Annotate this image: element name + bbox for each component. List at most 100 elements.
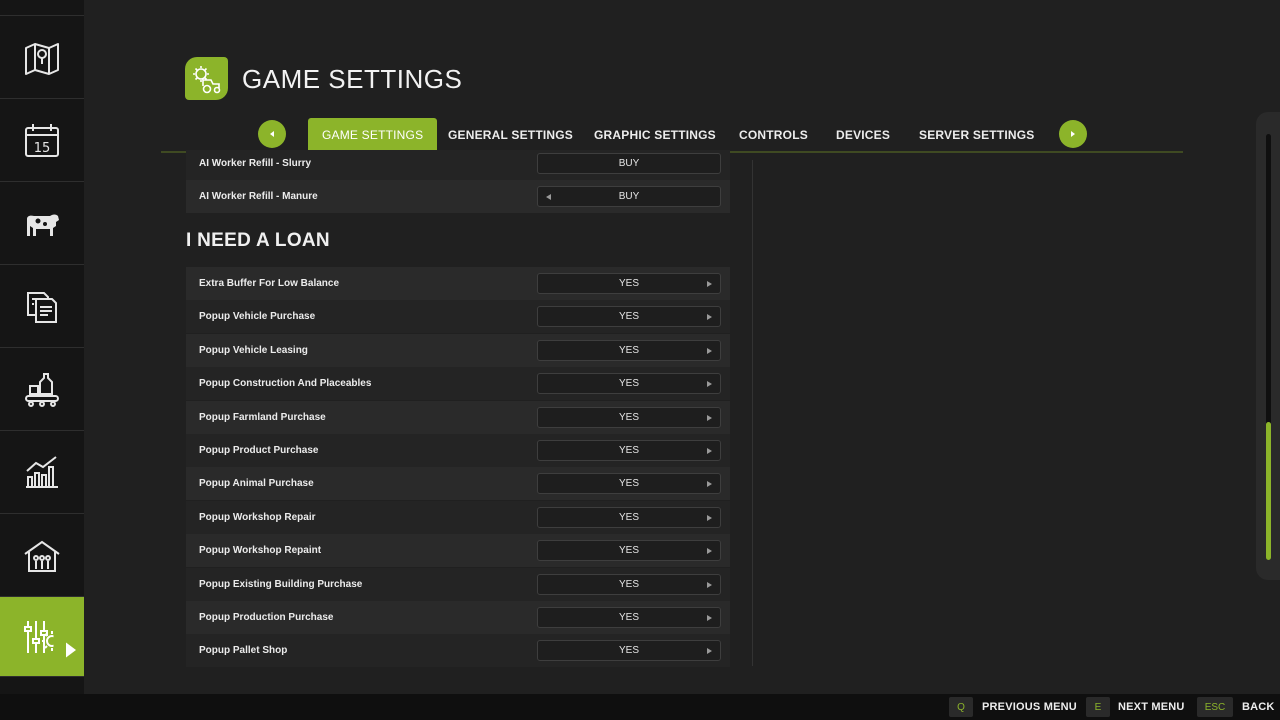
setting-value: BUY — [618, 158, 640, 169]
production-icon — [25, 372, 59, 407]
key-esc[interactable]: ESC — [1197, 697, 1233, 717]
arrow-right-icon[interactable] — [707, 448, 712, 454]
sidebar-item-calendar[interactable]: 15 — [0, 100, 84, 182]
setting-option-selector[interactable]: YES — [537, 573, 721, 595]
key-q[interactable]: Q — [949, 697, 973, 717]
setting-label: Popup Existing Building Purchase — [199, 578, 363, 590]
setting-option-selector[interactable]: YES — [537, 506, 721, 528]
arrow-right-icon[interactable] — [707, 514, 712, 521]
setting-label: Extra Buffer For Low Balance — [199, 278, 340, 289]
sidebar-item-settings[interactable] — [0, 597, 89, 677]
arrow-right-icon[interactable] — [707, 581, 712, 588]
setting-value: YES — [618, 378, 639, 390]
settings-row[interactable]: Popup Existing Building Purchase YES — [186, 567, 730, 601]
arrow-right-icon[interactable] — [707, 481, 712, 488]
settings-row-ai-worker-refill-manure[interactable]: AI Worker Refill - Manure BUY — [186, 180, 730, 213]
settings-row[interactable]: Extra Buffer For Low Balance YES — [186, 267, 730, 300]
sidebar-item-statistics[interactable] — [0, 432, 84, 514]
setting-label: Popup Animal Purchase — [199, 478, 314, 490]
arrow-right-icon[interactable] — [707, 314, 712, 321]
sidebar-item-barn[interactable] — [0, 515, 84, 597]
setting-label: Popup Construction And Placeables — [199, 378, 372, 390]
sidebar-item-production[interactable] — [0, 349, 84, 431]
settings-list: AI Worker Refill - Slurry BUY AI Worker … — [186, 150, 730, 668]
previous-menu-button[interactable]: PREVIOUS MENU — [982, 701, 1077, 713]
arrow-right-icon[interactable] — [707, 648, 712, 655]
sidebar-item-contracts[interactable] — [0, 266, 84, 348]
settings-row[interactable]: Popup Vehicle Purchase YES — [186, 300, 730, 334]
contracts-icon — [27, 291, 57, 323]
setting-option-selector[interactable]: YES — [537, 406, 721, 428]
setting-option-selector[interactable]: YES — [537, 640, 721, 662]
tab-devices[interactable]: DEVICES — [822, 118, 904, 151]
setting-option-selector[interactable]: YES — [537, 339, 721, 361]
game-settings-title-icon — [185, 57, 228, 100]
settings-row-partial[interactable]: AI Worker Refill - Slurry BUY — [186, 150, 730, 180]
arrow-left-icon[interactable] — [546, 194, 551, 200]
setting-label: Popup Workshop Repaint — [199, 545, 322, 557]
map-icon — [25, 42, 59, 75]
sidebar-top-edge — [0, 0, 84, 16]
settings-row[interactable]: Popup Animal Purchase YES — [186, 467, 730, 501]
setting-label: Popup Vehicle Purchase — [199, 311, 316, 323]
setting-value: YES — [618, 278, 639, 289]
settings-row[interactable]: Popup Production Purchase YES — [186, 601, 730, 634]
setting-option-selector[interactable]: YES — [537, 473, 721, 495]
section-title: I NEED A LOAN — [186, 230, 330, 251]
setting-value: BUY — [618, 191, 640, 202]
setting-value: YES — [618, 545, 639, 557]
setting-option-selector[interactable]: BUY — [537, 153, 721, 174]
tab-controls[interactable]: CONTROLS — [725, 118, 822, 151]
barn-icon — [24, 540, 60, 572]
statistics-icon — [26, 455, 58, 488]
back-button[interactable]: BACK — [1242, 701, 1275, 713]
key-e[interactable]: E — [1086, 697, 1110, 717]
tab-prev-button[interactable] — [258, 120, 286, 148]
settings-row[interactable]: Popup Product Purchase YES — [186, 434, 730, 467]
settings-row[interactable]: Popup Vehicle Leasing YES — [186, 333, 730, 367]
column-divider — [752, 160, 753, 666]
setting-option-selector[interactable]: YES — [537, 540, 721, 562]
setting-value: YES — [618, 612, 639, 623]
setting-label: AI Worker Refill - Slurry — [199, 158, 312, 169]
setting-label: Popup Pallet Shop — [199, 645, 288, 657]
setting-value: YES — [618, 445, 639, 456]
setting-option-selector[interactable]: YES — [537, 273, 721, 294]
arrow-right-icon[interactable] — [707, 381, 712, 388]
next-menu-button[interactable]: NEXT MENU — [1118, 701, 1185, 713]
arrow-right-icon[interactable] — [707, 548, 712, 555]
tab-server-settings[interactable]: SERVER SETTINGS — [905, 118, 1048, 151]
sidebar-item-animals[interactable] — [0, 183, 84, 265]
setting-value: YES — [618, 645, 639, 657]
setting-label: Popup Product Purchase — [199, 445, 319, 456]
tab-next-button[interactable] — [1059, 120, 1087, 148]
setting-value: YES — [618, 511, 639, 523]
sidebar-item-map[interactable] — [0, 17, 84, 99]
page-title: GAME SETTINGS — [242, 64, 463, 94]
settings-row[interactable]: Popup Workshop Repair YES — [186, 500, 730, 534]
sidebar: 15 — [0, 0, 89, 694]
setting-option-selector[interactable]: YES — [537, 373, 721, 395]
setting-label: Popup Farmland Purchase — [199, 411, 326, 423]
settings-row[interactable]: Popup Pallet Shop YES — [186, 634, 730, 668]
scrollbar-thumb[interactable] — [1266, 422, 1271, 560]
setting-option-selector[interactable]: YES — [537, 306, 721, 328]
settings-row[interactable]: Popup Workshop Repaint YES — [186, 534, 730, 568]
tab-general-settings[interactable]: GENERAL SETTINGS — [434, 118, 587, 151]
settings-row[interactable]: Popup Farmland Purchase YES — [186, 400, 730, 434]
settings-row[interactable]: Popup Construction And Placeables YES — [186, 367, 730, 401]
arrow-right-icon[interactable] — [707, 615, 712, 621]
setting-label: AI Worker Refill - Manure — [199, 191, 318, 202]
tab-game-settings[interactable]: GAME SETTINGS — [308, 118, 438, 151]
tab-graphic-settings[interactable]: GRAPHIC SETTINGS — [580, 118, 730, 151]
arrow-right-icon[interactable] — [707, 281, 712, 287]
tractor-gear-icon — [192, 65, 220, 93]
setting-label: Popup Vehicle Leasing — [199, 344, 308, 356]
setting-value: YES — [618, 344, 639, 356]
setting-option-selector[interactable]: YES — [537, 607, 721, 628]
setting-option-selector[interactable]: BUY — [537, 186, 721, 207]
setting-option-selector[interactable]: YES — [537, 440, 721, 461]
chevron-right-icon — [1071, 131, 1075, 137]
arrow-right-icon[interactable] — [707, 414, 712, 421]
arrow-right-icon[interactable] — [707, 347, 712, 354]
